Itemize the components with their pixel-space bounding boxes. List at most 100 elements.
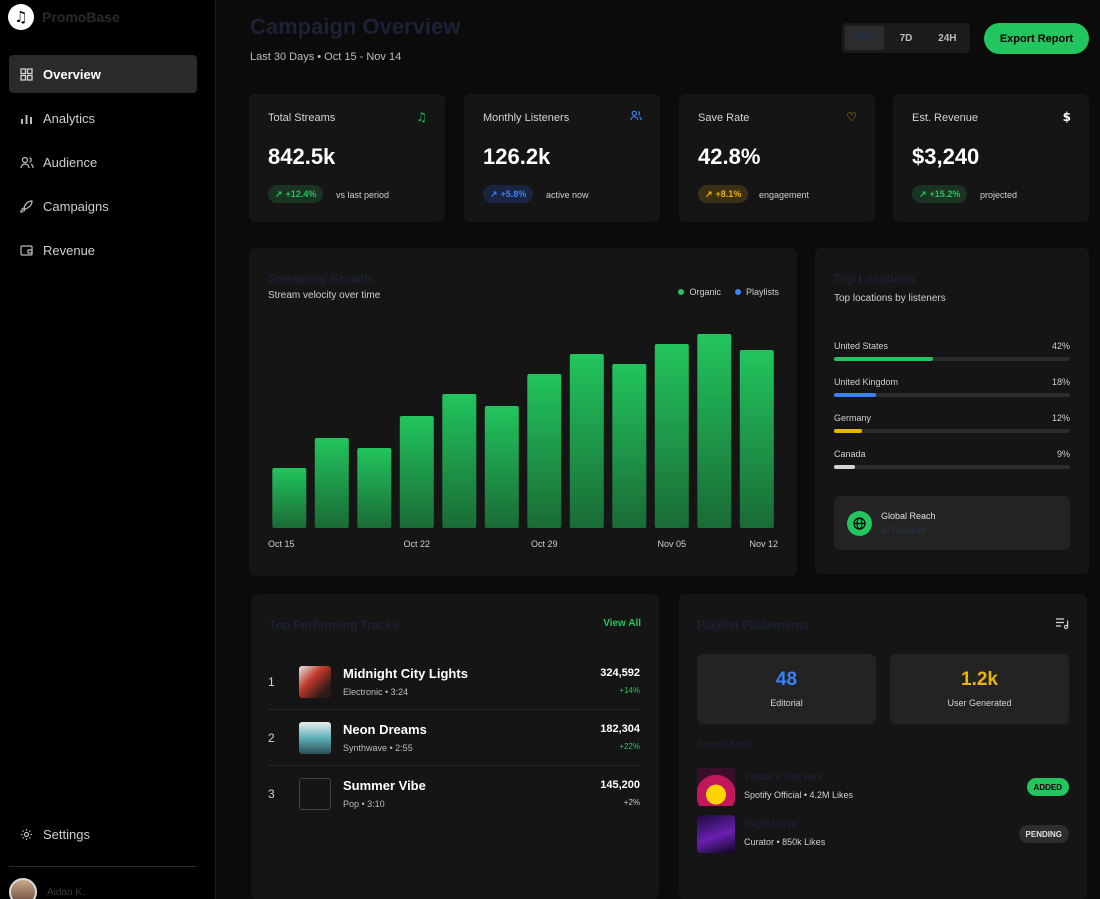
users-icon <box>19 155 34 170</box>
date-range-selector: 30D 7D 24H <box>842 23 970 53</box>
progress-fill <box>834 357 934 361</box>
playlist-meta: Curator • 850k Likes <box>744 837 826 847</box>
chart-bar[interactable] <box>697 334 732 528</box>
playlist-placements-card: Playlist Placements 48 Editorial 1.2k Us… <box>679 594 1087 899</box>
section-title: Top Locations <box>834 272 916 286</box>
sidebar-nav: Overview Analytics Audience Campaigns Re… <box>9 55 197 275</box>
x-tick-label: Oct 29 <box>531 539 558 549</box>
view-all-link[interactable]: View All <box>603 618 641 629</box>
stat-card-listeners: Monthly Listeners 126.2k ↗ +5.8% active n… <box>464 94 660 222</box>
status-badge: ↗ +8.1% <box>698 185 749 203</box>
page-subtitle: Last 30 Days • Oct 15 - Nov 14 <box>250 51 402 63</box>
track-rank: 3 <box>268 787 275 801</box>
chart-bar[interactable] <box>739 350 774 528</box>
album-art <box>299 666 331 698</box>
table-row[interactable]: 2 Neon Dreams Synthwave • 2:55 182,304 +… <box>268 710 640 766</box>
app-logo[interactable]: ♫ PromoBase <box>8 4 120 30</box>
track-streams: 145,200 <box>600 779 640 791</box>
recent-adds-label: Recent Adds <box>697 739 752 749</box>
trend-up-icon: ↗ <box>275 188 283 199</box>
list-item[interactable]: Night Drive Curator • 850k Likes PENDING <box>697 815 1069 853</box>
chart-bar[interactable] <box>272 468 307 528</box>
chart-bar[interactable] <box>314 438 349 528</box>
main-content: Campaign Overview Last 30 Days • Oct 15 … <box>216 0 1100 899</box>
location-row: United Kingdom 18% <box>834 377 1070 397</box>
sidebar-item-label: Overview <box>43 66 101 82</box>
location-name: United Kingdom <box>834 377 899 387</box>
progress-track <box>834 357 1070 361</box>
streaming-growth-card: Streaming Growth Stream velocity over ti… <box>249 248 797 576</box>
playlist-name: Night Drive <box>744 819 798 830</box>
trend-up-icon: ↗ <box>490 188 498 199</box>
progress-track <box>834 429 1070 433</box>
sidebar-item-label: Settings <box>43 826 90 842</box>
chart-bar[interactable] <box>527 374 562 528</box>
table-row[interactable]: 1 Midnight City Lights Electronic • 3:24… <box>268 654 640 710</box>
avatar <box>9 878 37 899</box>
chart-bar[interactable] <box>654 344 689 528</box>
stat-note: projected <box>980 190 1018 200</box>
sidebar: ♫ PromoBase Overview Analytics Audience <box>0 0 216 899</box>
track-change: +14% <box>619 686 640 695</box>
sidebar-item-revenue[interactable]: Revenue <box>9 231 197 269</box>
editorial-stat: 48 Editorial <box>697 654 876 724</box>
sidebar-item-campaigns[interactable]: Campaigns <box>9 187 197 225</box>
sidebar-item-overview[interactable]: Overview <box>9 55 197 93</box>
chart-bar[interactable] <box>399 416 434 528</box>
sidebar-item-analytics[interactable]: Analytics <box>9 99 197 137</box>
stat-card-revenue: Est. Revenue $ $3,240 ↗ +15.2% projected <box>893 94 1089 222</box>
settings-nav: Settings <box>9 815 197 859</box>
range-7d-button[interactable]: 7D <box>886 26 925 50</box>
sidebar-item-label: Analytics <box>43 110 96 126</box>
music-note-icon: ♫ <box>8 4 34 30</box>
progress-track <box>834 465 1070 469</box>
stat-value: 1.2k <box>961 669 998 690</box>
chart-bar[interactable] <box>484 406 519 528</box>
chart-bar[interactable] <box>569 354 604 528</box>
track-rank: 2 <box>268 731 275 745</box>
stat-note: engagement <box>759 190 810 200</box>
stat-note: vs last period <box>336 190 390 200</box>
stat-value: 42.8% <box>698 144 761 169</box>
section-title: Playlist Placements <box>697 618 810 632</box>
sidebar-item-settings[interactable]: Settings <box>9 815 197 853</box>
location-name: United States <box>834 341 889 351</box>
globe-icon <box>847 511 872 536</box>
range-30d-button[interactable]: 30D <box>845 26 885 50</box>
track-title: Summer Vibe <box>343 778 426 793</box>
table-row[interactable]: 3 Summer Vibe Pop • 3:10 145,200 +2% <box>268 766 640 822</box>
status-badge: PENDING <box>1018 825 1069 843</box>
track-change: +22% <box>619 742 640 751</box>
playlist-icon[interactable] <box>1055 617 1069 635</box>
location-pct: 9% <box>1056 449 1070 459</box>
location-name: Canada <box>834 449 866 459</box>
top-tracks-card: Top Performing Tracks View All 1 Midnigh… <box>251 594 659 899</box>
progress-fill <box>834 429 863 433</box>
chart-bar[interactable] <box>442 394 477 528</box>
album-art <box>299 722 331 754</box>
growth-chart: Oct 15 Oct 22 Oct 29 Nov 05 Nov 12 <box>268 334 778 549</box>
sidebar-item-audience[interactable]: Audience <box>9 143 197 181</box>
x-tick-label: Nov 05 <box>658 539 687 549</box>
chart-bar[interactable] <box>612 364 647 528</box>
user-profile[interactable]: Aidan K. <box>9 878 85 899</box>
sidebar-item-label: Campaigns <box>43 198 109 214</box>
list-item[interactable]: Today's Top Hits Spotify Official • 4.2M… <box>697 768 1069 806</box>
location-row: United States 42% <box>834 341 1070 361</box>
page-title: Campaign Overview <box>250 14 461 39</box>
stat-label: User Generated <box>947 698 1012 708</box>
global-reach-box[interactable]: Global Reach 42 Countries <box>834 496 1070 550</box>
location-pct: 42% <box>1051 341 1070 351</box>
stat-card-streams: Total Streams ♫ 842.5k ↗ +12.4% vs last p… <box>249 94 445 222</box>
section-title: Top Performing Tracks <box>269 618 399 632</box>
reach-title: Global Reach <box>881 511 936 521</box>
track-change: +2% <box>623 798 640 807</box>
export-report-button[interactable]: Export Report <box>984 23 1089 54</box>
stat-label: Monthly Listeners <box>483 112 570 124</box>
chart-bar[interactable] <box>357 448 392 528</box>
track-streams: 182,304 <box>600 723 640 735</box>
track-streams: 324,592 <box>600 667 640 679</box>
user-name: Aidan K. <box>47 886 85 898</box>
wallet-icon <box>19 243 34 258</box>
range-24h-button[interactable]: 24H <box>928 26 967 50</box>
